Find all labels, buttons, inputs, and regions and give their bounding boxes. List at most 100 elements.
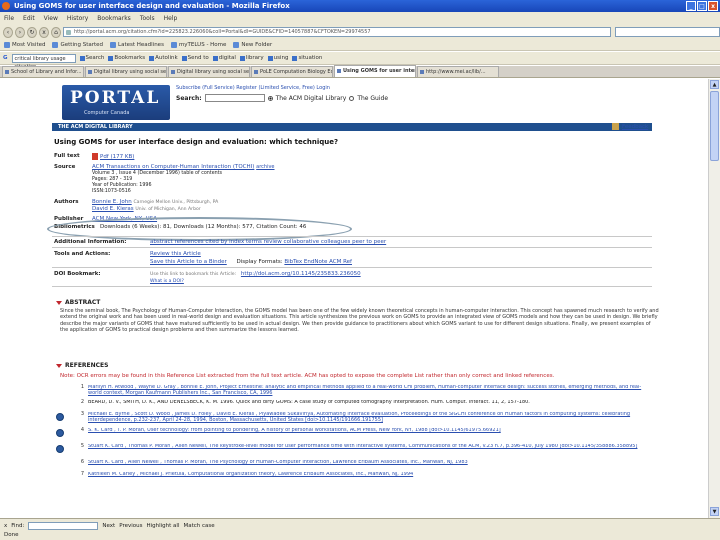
highlight-icon — [292, 55, 298, 61]
find-label: Find: — [11, 523, 25, 529]
author-link-2[interactable]: David E. Kieras — [92, 206, 134, 212]
window-title: Using GOMS for user interface design and… — [14, 2, 290, 10]
google-search-button[interactable]: Search — [79, 55, 104, 61]
search-label: Search: — [176, 94, 202, 102]
menu-view[interactable]: View — [44, 15, 58, 22]
bookmark-latest-headlines[interactable]: Latest Headlines — [110, 42, 164, 48]
source-journal-link[interactable]: ACM Transactions on Computer-Human Inter… — [92, 164, 254, 170]
page-content: PORTAL Computer Canada Subscribe (Full S… — [0, 79, 708, 518]
tab-mei[interactable]: http://www.mei.ac/lib/... — [417, 66, 499, 77]
review-article-link[interactable]: Review this Article — [150, 251, 201, 257]
bookmark-new-folder[interactable]: New Folder — [233, 42, 272, 48]
google-search-input[interactable]: critical library usage situation — [11, 53, 76, 70]
find-input[interactable] — [28, 522, 99, 530]
tab-school-library[interactable]: School of Library and Infor... — [2, 66, 84, 77]
portal-search-row: Search: The ACM Digital Library The Guid… — [176, 94, 388, 102]
save-binder-link[interactable]: Save this Article to a Binder — [150, 259, 227, 265]
search-icon — [79, 55, 85, 61]
bookmark-getting-started[interactable]: Getting Started — [52, 42, 103, 48]
publisher-link[interactable]: ACM New York, NY, USA — [92, 216, 157, 222]
reference-item: 3 Michael E. Byrne , Scott D. Wood , Jam… — [54, 411, 674, 428]
doi-link[interactable]: http://doi.acm.org/10.1145/235833.236050 — [241, 271, 361, 277]
rss-icon — [110, 42, 117, 48]
google-term-library[interactable]: library — [239, 55, 264, 61]
tab-digital-library-2[interactable]: Digital library using social selecti... — [168, 66, 250, 77]
google-term-digital[interactable]: digital — [212, 55, 236, 61]
home-button[interactable]: ⌂ — [51, 26, 61, 38]
archive-link[interactable]: archive — [256, 164, 274, 170]
what-is-doi-link[interactable]: What is a DOI? — [150, 279, 184, 284]
google-autolink-button[interactable]: Autolink — [149, 55, 178, 61]
portal-logo[interactable]: PORTAL Computer Canada — [62, 85, 170, 120]
find-close-icon[interactable]: x — [4, 523, 7, 529]
send-icon — [181, 55, 187, 61]
scroll-up-arrow-icon[interactable]: ▲ — [710, 80, 719, 89]
reference-link-icon[interactable] — [56, 429, 64, 437]
maximize-button[interactable]: □ — [697, 1, 707, 11]
menu-file[interactable]: File — [4, 15, 14, 22]
menu-history[interactable]: History — [67, 15, 88, 22]
folder-icon — [233, 42, 240, 48]
find-previous-button[interactable]: Previous — [119, 523, 142, 529]
abstract-heading[interactable]: ABSTRACT — [56, 299, 100, 306]
tab-strip: School of Library and Infor... Digital l… — [0, 65, 720, 78]
back-button[interactable]: ‹ — [3, 26, 13, 38]
reference-link-icon[interactable] — [56, 445, 64, 453]
radio-acm-dl-label: The ACM Digital Library — [275, 94, 347, 102]
find-bar: x Find: Next Previous Highlight all Matc… — [4, 522, 215, 530]
browser-search-box[interactable] — [615, 27, 720, 37]
highlight-all-button[interactable]: Highlight all — [146, 523, 179, 529]
close-button[interactable]: x — [708, 1, 718, 11]
find-next-button[interactable]: Next — [102, 523, 115, 529]
radio-acm-dl[interactable] — [267, 95, 273, 101]
stop-button[interactable]: x — [39, 26, 49, 38]
reference-item: 1 Marilyn H. Atwood , Wayne D. Gray , Bo… — [80, 384, 642, 396]
account-links[interactable]: Subscribe (Full Service) Register (Limit… — [176, 85, 330, 91]
menu-bookmarks[interactable]: Bookmarks — [97, 15, 131, 22]
tab-digital-library-1[interactable]: Digital library using social selecti... — [85, 66, 167, 77]
abstract-text: Since the seminal book, The Psychology o… — [60, 308, 659, 333]
radio-guide[interactable] — [349, 95, 355, 101]
tab-using-goms[interactable]: Using GOMS for user interface... — [334, 65, 416, 77]
url-bar[interactable]: http://portal.acm.org/citation.cfm?id=22… — [63, 27, 611, 37]
article-title: Using GOMS for user interface design and… — [54, 138, 339, 146]
bookmark-icon — [170, 42, 177, 48]
forward-button[interactable]: › — [15, 26, 25, 38]
match-case-checkbox[interactable]: Match case — [183, 523, 214, 529]
doi-row: DOI Bookmark: Use this link to bookmark t… — [54, 271, 361, 277]
google-term-situation[interactable]: situation — [292, 55, 322, 61]
tools-row-2: Save this Article to a Binder Display Fo… — [150, 259, 352, 265]
google-sendto-button[interactable]: Send to — [181, 55, 209, 61]
bookmark-icon — [52, 42, 59, 48]
acm-dl-banner: THE ACM DIGITAL LIBRARY — [52, 123, 652, 131]
pdf-link[interactable]: Pdf (177 KB) — [100, 154, 134, 160]
window-title-bar: Using GOMS for user interface design and… — [0, 0, 720, 12]
bookmark-mytelus[interactable]: myTELUS - Home — [170, 42, 226, 48]
feedback-link[interactable]: Feedback — [612, 123, 648, 130]
display-formats-links[interactable]: BibTex EndNote ACM Ref — [284, 259, 352, 265]
firefox-icon — [2, 2, 10, 10]
additional-info-links[interactable]: abstract references cited by index terms… — [150, 239, 386, 245]
google-bookmarks-button[interactable]: Bookmarks — [108, 55, 145, 61]
bookmark-most-visited[interactable]: Most Visited — [4, 42, 45, 48]
scroll-down-arrow-icon[interactable]: ▼ — [710, 507, 719, 516]
link-icon — [149, 55, 155, 61]
scroll-thumb[interactable] — [710, 91, 719, 161]
menu-edit[interactable]: Edit — [23, 15, 35, 22]
reload-button[interactable]: ↻ — [27, 26, 37, 38]
divider — [52, 236, 652, 237]
references-heading[interactable]: REFERENCES — [56, 362, 108, 369]
google-logo-icon: G — [3, 55, 8, 61]
menu-help[interactable]: Help — [164, 15, 178, 22]
minimize-button[interactable]: _ — [686, 1, 696, 11]
additional-info-row: Additional Information: abstract referenc… — [54, 239, 387, 245]
reference-link-icon[interactable] — [56, 413, 64, 421]
portal-search-input[interactable] — [204, 94, 265, 102]
menu-tools[interactable]: Tools — [140, 15, 155, 22]
tab-pole-computation[interactable]: PoLE Computation Biology Ed... — [251, 66, 333, 77]
vertical-scrollbar[interactable]: ▲ ▼ — [708, 79, 720, 518]
google-toolbar: G critical library usage situation Searc… — [0, 52, 720, 70]
reference-item: 6 Stuart K. Card , Allen Newell , Thomas… — [80, 459, 468, 465]
author-link-1[interactable]: Bonnie E. John — [92, 199, 132, 205]
google-term-using[interactable]: using — [267, 55, 288, 61]
